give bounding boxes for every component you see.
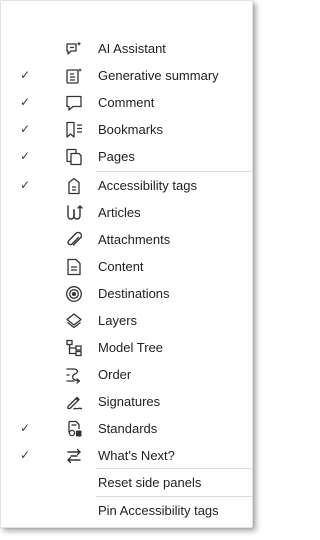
menu-item-ai-assistant[interactable]: AI Assistant [1,35,252,62]
checkmark [17,35,33,62]
menu-item-order[interactable]: Order [1,361,252,388]
menu-item-label: Content [98,259,144,274]
menu-item-whats-next[interactable]: ✓ What's Next? [1,442,252,469]
checkmark: ✓ [19,149,31,163]
checkmark [17,334,33,361]
menu-item-generative-summary[interactable]: ✓ Generative summary [1,62,252,89]
attachments-icon [65,231,83,249]
menu-item-standards[interactable]: ✓ Standards [1,415,252,442]
menu-item-content[interactable]: Content [1,253,252,280]
menu-item-layers[interactable]: Layers [1,307,252,334]
order-icon [65,366,83,384]
checkmark [17,253,33,280]
menu-item-label: Pages [98,149,135,164]
pin-accessibility-tags-button[interactable]: Pin Accessibility tags [1,497,252,524]
side-panels-menu: AI Assistant ✓ Generative summary ✓ Comm… [0,0,253,528]
articles-icon [65,204,83,222]
menu-item-signatures[interactable]: Signatures [1,388,252,415]
checkmark [17,280,33,307]
menu-item-label: Generative summary [98,68,219,83]
menu-item-destinations[interactable]: Destinations [1,280,252,307]
checkmark: ✓ [19,178,31,192]
menu-item-label: Model Tree [98,340,164,355]
checkmark [17,388,33,415]
checkmark [17,199,33,226]
checkmark [17,226,33,253]
menu-item-label: Articles [98,205,141,220]
model-tree-icon [65,339,83,357]
menu-item-comment[interactable]: ✓ Comment [1,89,252,116]
menu-item-label: Layers [98,313,138,328]
pin-accessibility-tags-label: Pin Accessibility tags [98,503,219,518]
menu-item-label: Standards [98,421,158,436]
content-icon [65,258,83,276]
bookmarks-icon [65,121,83,139]
menu-item-label: AI Assistant [98,41,166,56]
menu-item-label: What's Next? [98,448,175,463]
menu-item-accessibility-tags[interactable]: ✓ Accessibility tags [1,172,252,199]
menu-item-label: Bookmarks [98,122,164,137]
menu-item-bookmarks[interactable]: ✓ Bookmarks [1,116,252,143]
menu-item-label: Comment [98,95,155,110]
checkmark: ✓ [19,448,31,462]
checkmark: ✓ [19,122,31,136]
reset-side-panels-button[interactable]: Reset side panels [1,469,252,496]
standards-icon [65,420,83,438]
menu-item-label: Destinations [98,286,170,301]
whats-next-icon [65,447,83,465]
layers-icon [65,312,83,330]
comment-icon [65,94,83,112]
ai-assistant-icon [65,40,83,58]
menu-item-articles[interactable]: Articles [1,199,252,226]
checkmark: ✓ [19,68,31,82]
menu-item-label: Accessibility tags [98,178,197,193]
pages-icon [65,148,83,166]
menu-item-label: Signatures [98,394,161,409]
menu-item-model-tree[interactable]: Model Tree [1,334,252,361]
destinations-icon [65,285,83,303]
checkmark [17,361,33,388]
checkmark [17,307,33,334]
checkmark: ✓ [19,421,31,435]
signatures-icon [65,393,83,411]
menu-item-pages[interactable]: ✓ Pages [1,143,252,170]
menu-item-attachments[interactable]: Attachments [1,226,252,253]
generative-summary-icon [65,67,83,85]
menu-item-label: Order [98,367,132,382]
menu-item-label: Attachments [98,232,171,247]
reset-side-panels-label: Reset side panels [98,475,202,490]
checkmark: ✓ [19,95,31,109]
accessibility-tags-icon [65,177,83,195]
